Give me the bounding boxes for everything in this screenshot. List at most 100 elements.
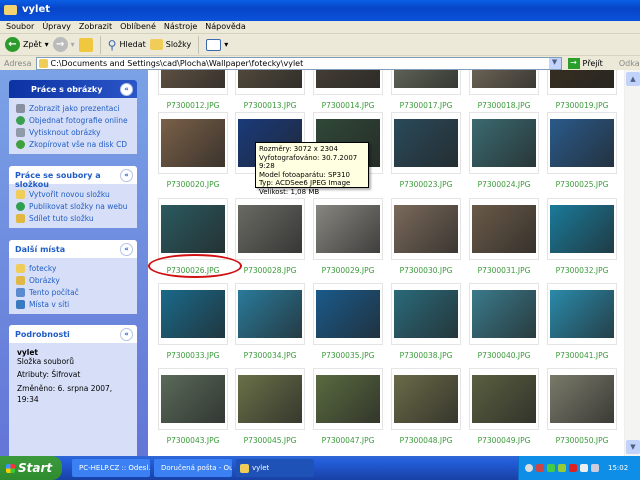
- folders-button[interactable]: Složky: [149, 39, 191, 50]
- menu-napoveda[interactable]: Nápověda: [203, 21, 252, 33]
- thumbnail-item[interactable]: P7300043.JPG: [158, 368, 228, 445]
- panel-header[interactable]: Další místa «: [9, 240, 137, 258]
- thumbnail-item[interactable]: P7300029.JPG: [313, 198, 383, 275]
- thumbnail-frame[interactable]: [158, 283, 228, 345]
- thumbnail-frame[interactable]: [235, 283, 305, 345]
- thumbnail-frame[interactable]: [235, 70, 305, 95]
- thumbnail-frame[interactable]: [313, 198, 383, 260]
- address-input[interactable]: C:\Documents and Settings\cad\Plocha\Wal…: [35, 56, 562, 70]
- thumbnail-item[interactable]: P7300012.JPG: [158, 70, 228, 110]
- thumbnail-item[interactable]: P7300047.JPG: [313, 368, 383, 445]
- thumbnail-item[interactable]: P7300034.JPG: [235, 283, 305, 360]
- thumbnail-frame[interactable]: [235, 368, 305, 430]
- thumbnail-item[interactable]: P7300038.JPG: [391, 283, 461, 360]
- publish-link[interactable]: Publikovat složky na webu: [9, 200, 137, 212]
- thumbnail-frame[interactable]: [469, 70, 539, 95]
- chevron-down-icon[interactable]: ▼: [548, 57, 561, 69]
- thumbnail-frame[interactable]: [469, 198, 539, 260]
- place-fotecky[interactable]: fotecky: [9, 262, 137, 274]
- tray-icon[interactable]: [591, 464, 599, 472]
- task-pchelp[interactable]: PC-HELP.CZ :: Odesl...: [72, 459, 150, 477]
- thumbnail-frame[interactable]: [391, 368, 461, 430]
- forward-button[interactable]: → ▾: [52, 37, 75, 52]
- thumbnail-frame[interactable]: [469, 368, 539, 430]
- thumbnail-frame[interactable]: [391, 198, 461, 260]
- thumbnail-item[interactable]: P7300030.JPG: [391, 198, 461, 275]
- share-link[interactable]: Sdílet tuto složku: [9, 212, 137, 224]
- task-vylet[interactable]: vylet: [236, 459, 314, 477]
- menu-zobrazit[interactable]: Zobrazit: [77, 21, 118, 33]
- thumbnail-item[interactable]: P7300024.JPG: [469, 112, 539, 189]
- thumbnail-item[interactable]: P7300035.JPG: [313, 283, 383, 360]
- slideshow-link[interactable]: Zobrazit jako prezentaci: [9, 102, 137, 114]
- place-obrazky[interactable]: Obrázky: [9, 274, 137, 286]
- copy-to-cd-link[interactable]: Zkopírovat vše na disk CD: [9, 138, 137, 150]
- thumbnail-item[interactable]: P7300025.JPG: [547, 112, 617, 189]
- tray-expand-icon[interactable]: [525, 464, 533, 472]
- collapse-icon[interactable]: «: [120, 169, 133, 182]
- menu-nastroje[interactable]: Nástroje: [162, 21, 203, 33]
- go-button[interactable]: → Přejít: [567, 57, 603, 69]
- tray-icon[interactable]: [536, 464, 544, 472]
- thumbnail-frame[interactable]: [313, 70, 383, 95]
- menu-upravy[interactable]: Úpravy: [40, 21, 77, 33]
- thumbnail-frame[interactable]: [391, 283, 461, 345]
- thumbnail-item[interactable]: P7300020.JPG: [158, 112, 228, 189]
- thumbnail-item[interactable]: P7300050.JPG: [547, 368, 617, 445]
- new-folder-link[interactable]: Vytvořit novou složku: [9, 188, 137, 200]
- order-prints-link[interactable]: Objednat fotografie online: [9, 114, 137, 126]
- back-button[interactable]: ← Zpět ▾: [5, 37, 49, 52]
- panel-header[interactable]: Práce s obrázky «: [9, 80, 137, 98]
- thumbnail-item[interactable]: P7300028.JPG: [235, 198, 305, 275]
- collapse-icon[interactable]: «: [120, 328, 133, 341]
- thumbnail-item[interactable]: P7300032.JPG: [547, 198, 617, 275]
- print-link[interactable]: Vytisknout obrázky: [9, 126, 137, 138]
- menu-soubor[interactable]: Soubor: [4, 21, 40, 33]
- thumbnail-item[interactable]: P7300045.JPG: [235, 368, 305, 445]
- thumbnail-frame[interactable]: [547, 283, 617, 345]
- task-outlook[interactable]: Doručená pošta - Out...: [154, 459, 232, 477]
- vertical-scrollbar[interactable]: ▲ ▼: [624, 70, 640, 456]
- thumbnail-item[interactable]: P7300014.JPG: [313, 70, 383, 110]
- thumbnail-frame[interactable]: [391, 112, 461, 174]
- thumbnail-frame[interactable]: [391, 70, 461, 95]
- thumbnail-item[interactable]: P7300040.JPG: [469, 283, 539, 360]
- thumbnail-frame[interactable]: [158, 198, 228, 260]
- thumbnail-frame[interactable]: [547, 368, 617, 430]
- thumbnail-item[interactable]: P7300013.JPG: [235, 70, 305, 110]
- panel-header[interactable]: Práce se soubory a složkou «: [9, 166, 137, 189]
- collapse-icon[interactable]: «: [120, 243, 133, 256]
- menu-oblibene[interactable]: Oblíbené: [118, 21, 162, 33]
- panel-header[interactable]: Podrobnosti «: [9, 325, 137, 343]
- thumbnail-frame[interactable]: [235, 198, 305, 260]
- thumbnail-item[interactable]: P7300019.JPG: [547, 70, 617, 110]
- thumbnail-frame[interactable]: [158, 368, 228, 430]
- thumbnail-frame[interactable]: [469, 283, 539, 345]
- thumbnail-frame[interactable]: [547, 198, 617, 260]
- place-network[interactable]: Místa v síti: [9, 298, 137, 310]
- search-button[interactable]: ⚲ Hledat: [108, 38, 146, 52]
- thumbnail-item[interactable]: P7300017.JPG: [391, 70, 461, 110]
- scroll-up-button[interactable]: ▲: [626, 72, 640, 86]
- collapse-icon[interactable]: «: [120, 83, 133, 96]
- thumbnail-item[interactable]: P7300031.JPG: [469, 198, 539, 275]
- thumbnail-frame[interactable]: [158, 70, 228, 95]
- up-folder-button[interactable]: [78, 37, 93, 52]
- tray-icon[interactable]: [547, 464, 555, 472]
- thumbnail-frame[interactable]: [547, 70, 617, 95]
- start-button[interactable]: Start: [0, 456, 62, 480]
- place-my-computer[interactable]: Tento počítač: [9, 286, 137, 298]
- thumbnail-frame[interactable]: [158, 112, 228, 174]
- thumbnail-frame[interactable]: [547, 112, 617, 174]
- tray-icon[interactable]: [580, 464, 588, 472]
- thumbnail-item[interactable]: P7300041.JPG: [547, 283, 617, 360]
- chevron-down-icon[interactable]: ▾: [45, 40, 49, 49]
- views-button[interactable]: ▾: [206, 38, 228, 51]
- links-button[interactable]: Odkazy: [619, 59, 640, 68]
- thumbnail-item[interactable]: P7300049.JPG: [469, 368, 539, 445]
- thumbnail-item[interactable]: P7300018.JPG: [469, 70, 539, 110]
- thumbnail-frame[interactable]: [313, 283, 383, 345]
- tray-icon[interactable]: [558, 464, 566, 472]
- thumbnail-item[interactable]: P7300033.JPG: [158, 283, 228, 360]
- thumbnail-item[interactable]: P7300048.JPG: [391, 368, 461, 445]
